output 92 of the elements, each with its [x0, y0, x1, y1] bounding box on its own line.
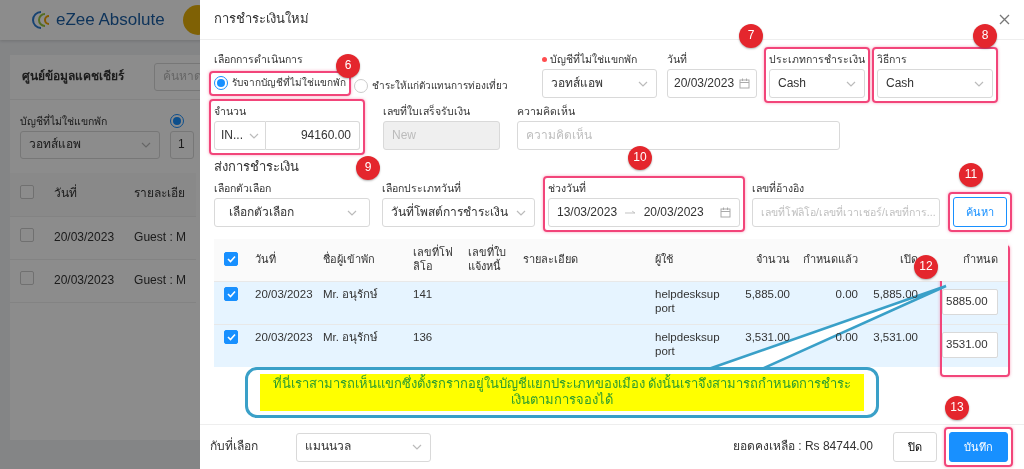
field-label: ประเภทการชำระเงิน — [769, 52, 865, 66]
chevron-down-icon — [638, 80, 648, 87]
step-badge: 11 — [959, 163, 983, 187]
table-cell: 136 — [413, 330, 433, 343]
step-badge: 8 — [973, 24, 997, 48]
section-title: ส่งการชำระเงิน — [214, 158, 299, 176]
highlight-frame — [948, 192, 1012, 232]
step-badge: 10 — [628, 146, 652, 170]
currency-select[interactable]: IN... — [214, 121, 266, 150]
chevron-down-icon — [846, 80, 856, 87]
chevron-down-icon — [249, 132, 259, 139]
close-icon[interactable] — [999, 14, 1010, 25]
input-field[interactable]: 1 — [170, 130, 194, 159]
radio-option[interactable]: ชำระให้แก่ตัวแทนการท่องเที่ยว — [354, 78, 508, 93]
table-cell: 0.00 — [835, 287, 858, 300]
field-label: จำนวน — [214, 104, 246, 118]
field-label: เลขที่ใบเสร็จรับเงิน — [383, 104, 470, 118]
field-label: ความคิดเห็น — [517, 104, 575, 118]
table-cell: Mr. อนุรักษ์ — [323, 287, 379, 300]
step-badge: 6 — [336, 53, 360, 78]
table-cell: Guest : M — [124, 259, 197, 302]
column-header: ชื่อผู้เข้าพัก — [318, 239, 408, 281]
field-label: บัญชีที่ไม่ใช่แขกพัก — [20, 114, 107, 128]
radio-option[interactable]: รับจากบัญชีที่ไม่ใช่แขกพัก — [214, 75, 346, 90]
chevron-down-icon — [412, 444, 422, 450]
method-select[interactable]: Cash — [877, 69, 993, 98]
checkbox[interactable] — [20, 228, 34, 243]
table-cell: 5,885.00 — [873, 287, 918, 300]
option-select[interactable]: เลือกตัวเลือก — [214, 198, 370, 227]
logo-icon — [30, 10, 52, 30]
step-badge: 13 — [945, 396, 969, 420]
field-label: กับที่เลือก — [210, 439, 258, 455]
chevron-down-icon — [141, 142, 151, 148]
table-cell: Guest : M — [124, 216, 197, 259]
arrow-right-icon — [624, 209, 636, 216]
date-field[interactable]: 20/03/2023 — [667, 69, 757, 98]
table-cell: 3,531.00 — [745, 330, 790, 343]
date-range-field[interactable]: 13/03/2023 20/03/2023 — [548, 198, 740, 227]
dialog-title: การชำระเงินใหม่ — [214, 11, 309, 28]
balance-text: ยอดคงเหลือ : Rs 84744.00 — [732, 439, 873, 455]
checkbox[interactable] — [224, 286, 238, 301]
field-label: วันที่ — [667, 52, 687, 66]
table-cell: 20/03/2023 — [255, 287, 313, 300]
table-cell: 5,885.00 — [745, 287, 790, 300]
calendar-icon — [720, 207, 731, 218]
amount-field[interactable]: 94160.00 — [266, 121, 360, 150]
column-header: จำนวน — [725, 239, 795, 281]
table-cell: 0.00 — [835, 330, 858, 343]
account-select[interactable]: วอทส์แอพ — [20, 131, 160, 159]
field-label: เลือกตัวเลือก — [214, 181, 271, 195]
step-badge: 9 — [356, 156, 380, 180]
table-cell: 20/03/2023 — [44, 216, 125, 259]
field-label: วิธีการ — [877, 52, 907, 66]
date-type-select[interactable]: วันที่โพสต์การชำระเงิน — [382, 198, 535, 227]
calendar-icon — [739, 78, 750, 89]
table-cell: 20/03/2023 — [255, 330, 313, 343]
table-cell: helpdesksupport — [655, 287, 720, 315]
table-cell: Mr. อนุรักษ์ — [323, 330, 379, 343]
checkbox[interactable] — [224, 329, 238, 344]
table-cell: 141 — [413, 287, 433, 300]
chevron-down-icon — [347, 209, 357, 216]
apply-select[interactable]: แมนนวล — [296, 432, 431, 462]
chevron-down-icon — [974, 80, 984, 87]
chevron-down-icon — [516, 209, 526, 216]
table-cell: 3,531.00 — [873, 330, 918, 343]
payment-type-select[interactable]: Cash — [769, 69, 865, 98]
checkbox[interactable] — [20, 184, 34, 199]
panel-title: ศูนย์ข้อมูลแคชเชียร์ — [22, 69, 124, 85]
amount-input[interactable]: 3531.00 — [942, 331, 998, 358]
field-label: เลขที่อ้างอิง — [752, 181, 804, 195]
checkbox[interactable] — [20, 271, 34, 286]
field-label: บัญชีที่ไม่ใช่แขกพัก — [550, 52, 637, 66]
column-header: เลขที่โฟลิโอ — [408, 239, 463, 281]
field-label: ช่วงวันที่ — [548, 181, 586, 195]
account-select[interactable]: วอทส์แอพ — [542, 69, 657, 98]
field-label: เลือกประเภทวันที่ — [382, 181, 461, 195]
column-header: รายละเอียด — [518, 239, 650, 281]
close-button[interactable]: ปิด — [893, 432, 937, 462]
field-label: เลือกการดำเนินการ — [214, 52, 303, 66]
column-header: กำหนดแล้ว — [795, 239, 863, 281]
column-header: วันที่ — [250, 239, 318, 281]
app-name: eZee Absolute — [56, 8, 165, 31]
checkbox[interactable] — [224, 252, 238, 267]
table-cell: 20/03/2023 — [44, 259, 125, 302]
callout-text: ที่นี่เราสามารถเห็นแขกซึ่งตั้งรกรากอยู่ในบัญชีแยกประเภทของเมือง ดังนั้นเราจึงสามารถกำหนดการชำระเงินตามการจองได้ — [260, 374, 864, 411]
column-header: เลขที่ใบแจ้งหนี้ — [463, 239, 518, 281]
radio-button[interactable] — [170, 114, 184, 128]
table-cell: helpdesksupport — [655, 330, 720, 358]
amount-input[interactable]: 5885.00 — [942, 288, 998, 315]
column-header: ผู้ใช้ — [650, 239, 725, 281]
step-badge: 7 — [739, 24, 763, 48]
highlight-frame — [944, 427, 1013, 467]
